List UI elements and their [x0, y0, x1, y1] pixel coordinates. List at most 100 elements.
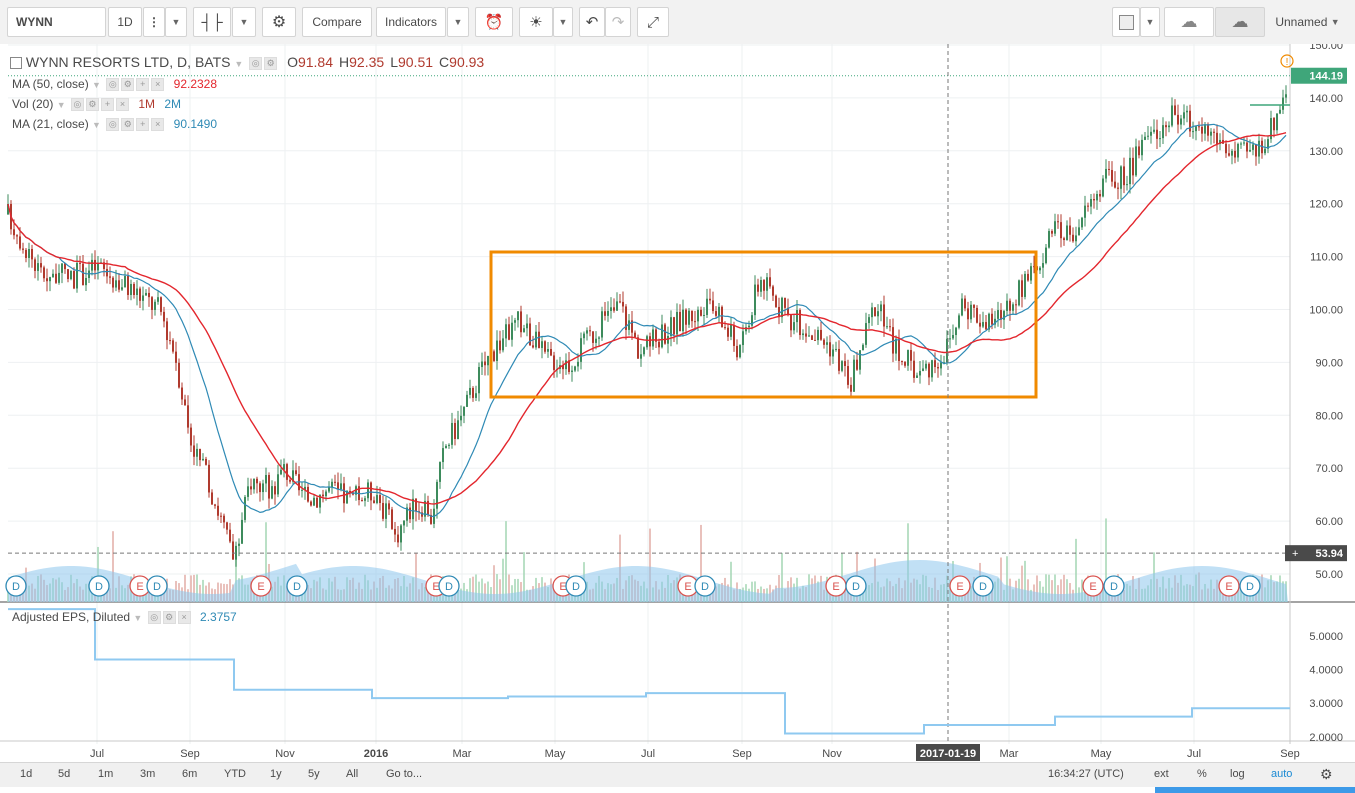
candle-body — [727, 327, 729, 337]
time-axis-label: Sep — [732, 748, 752, 760]
candle-body — [1123, 166, 1125, 186]
candle-body — [739, 345, 741, 358]
ideas-dropdown-chevron-icon[interactable]: ▼ — [553, 7, 573, 37]
candle-body — [640, 354, 642, 359]
ma50-value: 92.2328 — [173, 77, 218, 91]
ma21-remove-icon[interactable]: × — [151, 118, 165, 132]
chart-area[interactable]: ! DDEDEDEDEDEDEDEDEDED 150.00 140.00 130.0… — [0, 40, 1355, 762]
range-button-5y[interactable]: 5y — [308, 768, 320, 780]
collapse-legend-icon[interactable] — [10, 57, 22, 70]
candle-body — [484, 361, 486, 366]
range-button-1y[interactable]: 1y — [270, 768, 282, 780]
time-axis-label: May — [545, 748, 566, 760]
candle-body — [511, 322, 513, 340]
chart-settings-gear-icon[interactable]: ⚙ — [1320, 766, 1333, 783]
redo-arrow-icon[interactable]: ↷ — [605, 7, 631, 37]
auto-scale-toggle[interactable]: auto — [1271, 768, 1292, 780]
ma21-settings-icon[interactable]: ⚙ — [121, 118, 135, 132]
volume-remove-icon[interactable]: × — [115, 98, 129, 112]
cloud-load-icon[interactable]: ☁ — [1164, 7, 1214, 37]
dividend-event-icon: D — [95, 581, 103, 593]
cloud-save-icon[interactable]: ☁ — [1215, 7, 1265, 37]
eps-remove-icon[interactable]: × — [177, 611, 191, 625]
interval-button[interactable]: 1D — [108, 7, 142, 37]
candle-body — [862, 344, 864, 351]
ma50-hide-icon[interactable]: ◎ — [106, 78, 120, 92]
ma50-remove-icon[interactable]: × — [151, 78, 165, 92]
volume-settings-icon[interactable]: ⚙ — [85, 98, 99, 112]
volume-add-icon[interactable]: + — [100, 98, 114, 112]
candle-body — [589, 330, 591, 332]
candle-body — [250, 486, 252, 490]
percent-scale-toggle[interactable]: % — [1197, 768, 1207, 780]
volume-hide-icon[interactable]: ◎ — [70, 98, 84, 112]
candle-body — [616, 301, 618, 311]
candle-body — [898, 338, 900, 362]
eps-hide-icon[interactable]: ◎ — [147, 611, 161, 625]
candle-body — [829, 342, 831, 357]
earnings-event-icon: E — [1089, 581, 1096, 593]
eps-settings-icon[interactable]: ⚙ — [162, 611, 176, 625]
fullscreen-icon[interactable]: ⤢ — [637, 7, 669, 37]
undo-arrow-icon[interactable]: ↶ — [579, 7, 605, 37]
dividend-event-icon: D — [445, 581, 453, 593]
go-to-date-button[interactable]: Go to... — [386, 768, 422, 780]
candle-body — [166, 321, 168, 341]
candle-body — [565, 360, 567, 370]
drawing-square-icon[interactable] — [1112, 7, 1140, 37]
alert-clock-icon[interactable]: ⏰ — [475, 7, 513, 37]
chart-style-dropdown-chevron-icon[interactable]: ▼ — [232, 7, 256, 37]
candle-body — [193, 445, 195, 457]
compare-button[interactable]: Compare — [302, 7, 372, 37]
candle-body — [142, 295, 144, 301]
candle-body — [985, 322, 987, 330]
candle-body — [1039, 267, 1041, 271]
eps-axis-label: 2.0000 — [1309, 732, 1343, 744]
more-intervals-icon[interactable]: ⋮ — [143, 7, 165, 37]
interval-dropdown-chevron-icon[interactable]: ▼ — [165, 7, 187, 37]
range-button-5d[interactable]: 5d — [58, 768, 70, 780]
range-button-all[interactable]: All — [346, 768, 358, 780]
legend-hide-icon[interactable]: ◎ — [249, 56, 263, 70]
range-button-ytd[interactable]: YTD — [224, 768, 246, 780]
range-button-6m[interactable]: 6m — [182, 768, 197, 780]
range-button-1d[interactable]: 1d — [20, 768, 32, 780]
candle-body — [28, 249, 30, 258]
legend-settings-icon[interactable]: ⚙ — [264, 56, 278, 70]
volume-legend: Vol (20) ▼ ◎ ⚙ + × 1M 2M — [12, 97, 181, 112]
candle-body — [832, 349, 834, 357]
ma21-hide-icon[interactable]: ◎ — [106, 118, 120, 132]
candle-body — [388, 503, 390, 510]
volume-value: 1M — [138, 97, 155, 111]
candle-body — [547, 349, 549, 352]
drawing-dropdown-chevron-icon[interactable]: ▼ — [1140, 7, 1160, 37]
extended-hours-toggle[interactable]: ext — [1154, 768, 1169, 780]
ma50-add-icon[interactable]: + — [136, 78, 150, 92]
price-axis-label: 80.00 — [1315, 410, 1343, 422]
log-scale-toggle[interactable]: log — [1230, 768, 1245, 780]
symbol-search-input[interactable]: WYNN — [7, 7, 106, 37]
candle-body — [688, 310, 690, 325]
candle-body — [205, 458, 207, 465]
candle-body — [181, 387, 183, 400]
candle-body — [1273, 118, 1275, 131]
ma50-settings-icon[interactable]: ⚙ — [121, 78, 135, 92]
candle-body — [136, 288, 138, 295]
candle-body — [1111, 169, 1113, 182]
candle-body — [937, 367, 939, 369]
chart-style-candles-icon[interactable]: ┤├ — [193, 7, 231, 37]
layout-name-button[interactable]: Unnamed ▼ — [1267, 7, 1348, 37]
indicators-dropdown-chevron-icon[interactable]: ▼ — [447, 7, 469, 37]
candle-body — [301, 489, 303, 491]
time-axis-label: 2016 — [364, 748, 388, 760]
settings-gear-icon[interactable]: ⚙ — [262, 7, 296, 37]
range-button-3m[interactable]: 3m — [140, 768, 155, 780]
indicators-button[interactable]: Indicators — [376, 7, 446, 37]
ma21-add-icon[interactable]: + — [136, 118, 150, 132]
candle-body — [499, 340, 501, 351]
ideas-lightbulb-icon[interactable]: ☀ — [519, 7, 553, 37]
range-button-1m[interactable]: 1m — [98, 768, 113, 780]
candle-body — [1180, 118, 1182, 125]
chart-canvas[interactable]: ! DDEDEDEDEDEDEDEDEDED 150.00140.00130.0… — [0, 40, 1355, 762]
candle-body — [526, 323, 528, 329]
